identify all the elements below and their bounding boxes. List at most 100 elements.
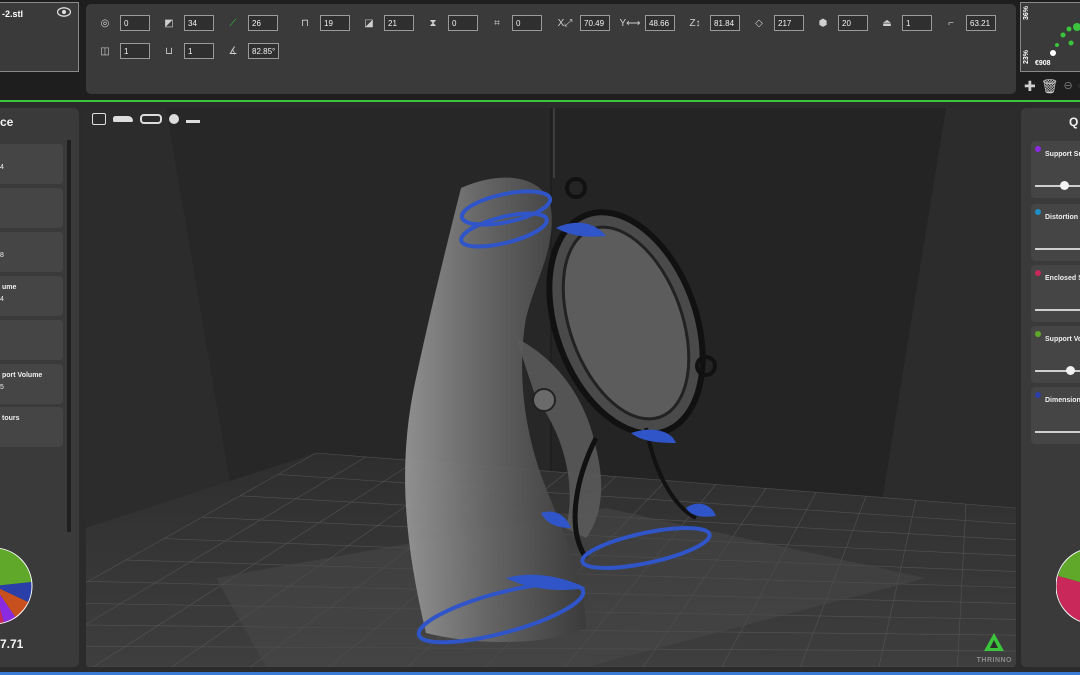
disabled-circle-icon: ⊖ bbox=[1063, 80, 1073, 92]
metric-card[interactable] bbox=[0, 320, 63, 360]
param-value-input[interactable]: 1 bbox=[184, 43, 214, 59]
view-side-icon[interactable] bbox=[113, 116, 133, 122]
model-thumbnail[interactable]: -2.stl bbox=[0, 2, 79, 72]
hourglass-icon: ⧗ bbox=[429, 17, 437, 29]
param-field: ⧗ 0 bbox=[424, 14, 478, 32]
quality-card: Distortion bbox=[1031, 204, 1080, 261]
param-value-input[interactable]: 63.21 bbox=[966, 15, 996, 31]
thumb-top-label: 36% bbox=[1023, 6, 1030, 21]
quality-card: Support Su bbox=[1031, 141, 1080, 198]
param-value-input[interactable]: 81.84 bbox=[710, 15, 740, 31]
param-field: ⏏ 1 bbox=[878, 14, 932, 32]
zoom-icon[interactable] bbox=[169, 114, 179, 124]
param-value-input[interactable]: 70.49 bbox=[580, 15, 610, 31]
param-value-input[interactable]: 19 bbox=[320, 15, 350, 31]
series-color-dot bbox=[1035, 331, 1041, 337]
overhang-square-icon: ◩ bbox=[164, 17, 174, 29]
metric-title: tours bbox=[2, 415, 20, 422]
param-value-input[interactable]: 20 bbox=[838, 15, 868, 31]
param-value-input[interactable]: 0 bbox=[448, 15, 478, 31]
analysis-thumbnail[interactable]: 36% 23% €908 bbox=[1020, 2, 1080, 72]
param-field: ◫ 1 bbox=[96, 42, 150, 60]
x-axis-icon: X⤢ bbox=[557, 17, 573, 29]
series-color-dot bbox=[1035, 270, 1041, 276]
view-toolbar bbox=[92, 113, 200, 125]
quality-title: Distortion bbox=[1045, 214, 1079, 221]
left-pie-chart bbox=[0, 547, 33, 625]
param-field: ∡ 82.85° bbox=[224, 42, 280, 60]
param-field: ⊓ 19 bbox=[296, 14, 350, 32]
param-value-input[interactable]: 0 bbox=[512, 15, 542, 31]
metric-card[interactable]: 8 bbox=[0, 232, 63, 272]
weight-slider-track[interactable] bbox=[1035, 185, 1080, 187]
quality-title: Support Vo bbox=[1045, 336, 1080, 343]
right-pie-chart bbox=[1056, 550, 1080, 622]
param-value-input[interactable]: 1 bbox=[120, 43, 150, 59]
param-field: ⌗ 0 bbox=[488, 14, 542, 32]
scene-render[interactable] bbox=[86, 108, 1016, 667]
metric-value: 4 bbox=[0, 296, 4, 303]
accent-divider bbox=[0, 100, 1080, 102]
quality-card: Dimension bbox=[1031, 387, 1080, 444]
left-panel-scrollbar[interactable] bbox=[67, 140, 71, 532]
quality-title: Enclosed S bbox=[1045, 275, 1080, 282]
thumb-side-label: 23% bbox=[1023, 50, 1030, 65]
param-field: Y⟷ 48.66 bbox=[620, 14, 675, 32]
target-icon: ◎ bbox=[100, 17, 110, 29]
logo-text: THRINNO bbox=[976, 657, 1012, 664]
trash-icon[interactable]: 🗑 bbox=[1041, 79, 1059, 93]
quality-title: Support Su bbox=[1045, 151, 1080, 158]
series-color-dot bbox=[1035, 392, 1041, 398]
model-tools: ✚ 🗑 ⊖ ◌ bbox=[1024, 79, 1080, 93]
overall-score: 7.71 bbox=[0, 637, 24, 651]
weight-slider-track[interactable] bbox=[1035, 431, 1080, 433]
param-value-input[interactable]: 48.66 bbox=[645, 15, 675, 31]
quality-title: Dimension bbox=[1045, 397, 1080, 404]
add-icon[interactable]: ✚ bbox=[1024, 79, 1036, 93]
triangle-logo-icon bbox=[984, 633, 1005, 651]
param-field: ⟋ 26 bbox=[224, 14, 278, 32]
weight-slider-track[interactable] bbox=[1035, 248, 1080, 250]
quality-card: Support Vo bbox=[1031, 326, 1080, 383]
param-field: ⊔ 1 bbox=[160, 42, 214, 60]
left-panel-title: ce bbox=[0, 115, 14, 129]
param-field: ⌐ 63.21 bbox=[942, 14, 996, 32]
layers-icon: ◇ bbox=[755, 17, 763, 29]
base-icon: ⏏ bbox=[882, 17, 892, 29]
weight-slider-knob[interactable] bbox=[1065, 366, 1075, 375]
param-field: ◇ 217 bbox=[750, 14, 804, 32]
param-value-input[interactable]: 82.85° bbox=[248, 43, 280, 59]
view-top-icon[interactable] bbox=[140, 114, 162, 124]
z-axis-icon: Z↕ bbox=[689, 17, 701, 29]
param-value-input[interactable]: 26 bbox=[248, 15, 278, 31]
param-value-input[interactable]: 34 bbox=[184, 15, 214, 31]
base-plate-icon[interactable] bbox=[186, 115, 200, 123]
nozzle-icon: ⌐ bbox=[948, 17, 954, 29]
weight-slider-knob[interactable] bbox=[1059, 181, 1069, 190]
metric-card[interactable]: tours bbox=[0, 407, 63, 447]
param-field: Z↕ 81.84 bbox=[686, 14, 740, 32]
quality-card: Enclosed S bbox=[1031, 265, 1080, 322]
param-value-input[interactable]: 217 bbox=[774, 15, 804, 31]
right-quality-panel: Q Support Su Distortion Enclosed S Support … bbox=[1021, 108, 1080, 667]
scatter-thumbnail-icon bbox=[1050, 23, 1080, 56]
metric-value: 5 bbox=[0, 384, 4, 391]
param-value-input[interactable]: 1 bbox=[902, 15, 932, 31]
param-field: ◩ 34 bbox=[160, 14, 214, 32]
metric-card[interactable]: 4 bbox=[0, 144, 63, 184]
metric-card[interactable] bbox=[0, 188, 63, 228]
metric-card[interactable]: port Volume 5 bbox=[0, 364, 63, 404]
eye-icon[interactable] bbox=[57, 7, 71, 17]
3d-viewport[interactable]: THRINNO bbox=[86, 108, 1016, 667]
view-front-icon[interactable] bbox=[92, 113, 106, 125]
param-value-input[interactable]: 21 bbox=[384, 15, 414, 31]
cube-icon: ⬢ bbox=[818, 17, 828, 29]
file-name: -2.stl bbox=[2, 9, 24, 19]
param-field: X⤢ 70.49 bbox=[556, 14, 610, 32]
corner-icon: ◪ bbox=[364, 17, 374, 29]
param-value-input[interactable]: 0 bbox=[120, 15, 150, 31]
metric-value: 4 bbox=[0, 164, 4, 171]
thumb-bottom-label: €908 bbox=[1035, 60, 1051, 67]
weight-slider-track[interactable] bbox=[1035, 309, 1080, 311]
metric-card[interactable]: ume 4 bbox=[0, 276, 63, 316]
